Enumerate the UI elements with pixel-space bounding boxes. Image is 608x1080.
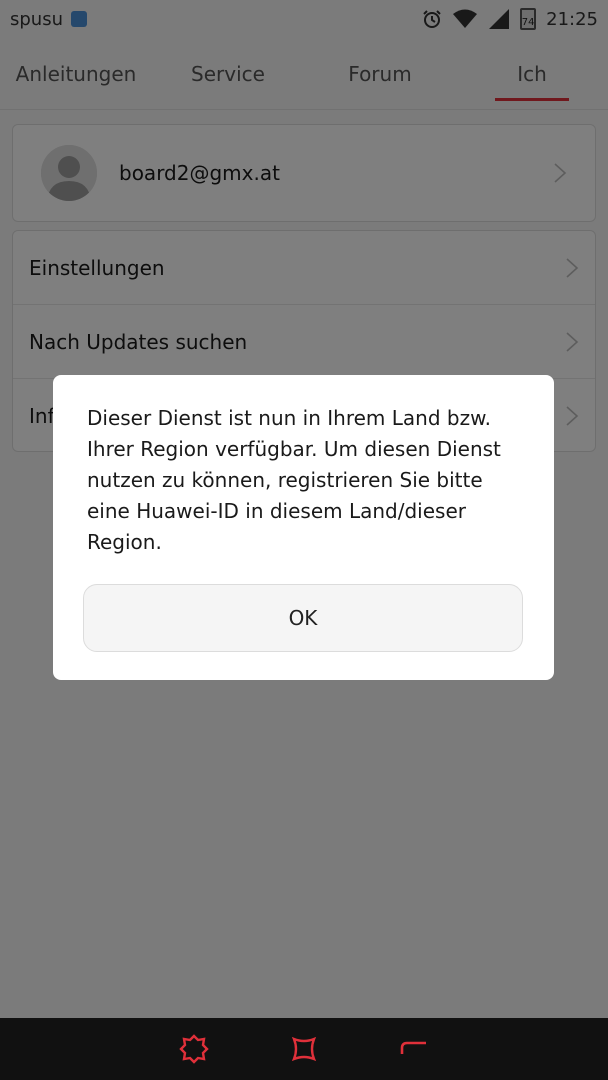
back-icon[interactable] — [399, 1034, 429, 1064]
region-dialog: Dieser Dienst ist nun in Ihrem Land bzw.… — [53, 375, 554, 680]
home-icon[interactable] — [289, 1034, 319, 1064]
dialog-message: Dieser Dienst ist nun in Ihrem Land bzw.… — [87, 406, 501, 554]
recent-apps-icon[interactable] — [179, 1034, 209, 1064]
navigation-bar — [0, 1018, 608, 1080]
ok-button[interactable]: OK — [83, 584, 523, 652]
